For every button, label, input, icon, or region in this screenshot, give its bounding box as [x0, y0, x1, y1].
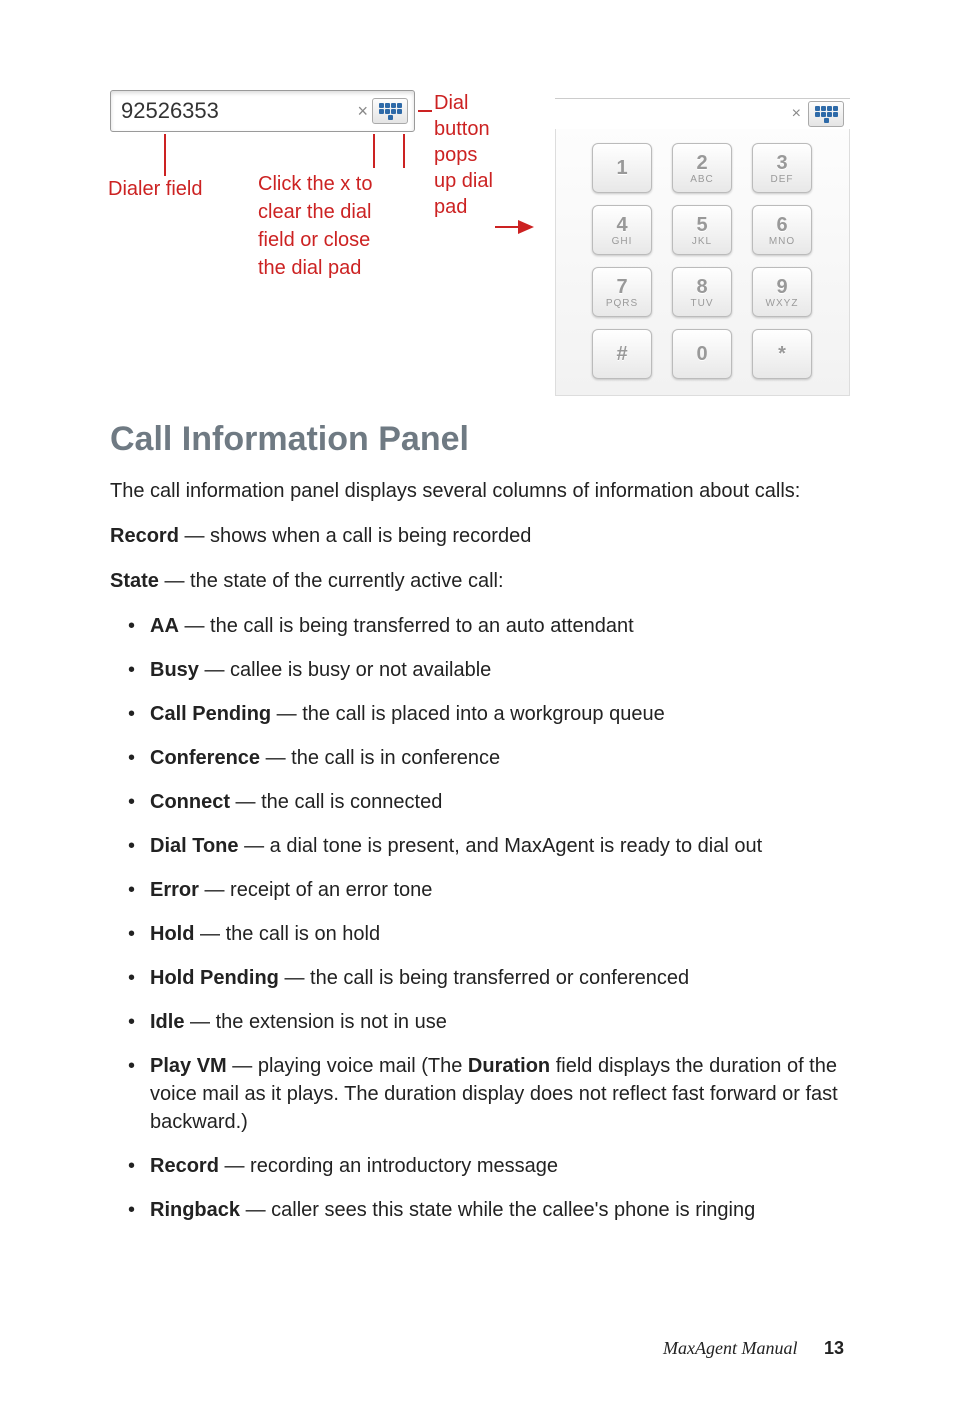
- list-item: Call Pending — the call is placed into a…: [110, 700, 844, 728]
- clear-icon[interactable]: ×: [353, 101, 372, 122]
- key-hash[interactable]: #: [592, 329, 652, 379]
- page-number: 13: [824, 1338, 844, 1358]
- dialpad-icon[interactable]: [808, 101, 844, 127]
- arrow-icon: [518, 220, 534, 234]
- keypad-topbar: ×: [555, 98, 850, 129]
- key-0[interactable]: 0: [672, 329, 732, 379]
- list-item: Idle — the extension is not in use: [110, 1008, 844, 1036]
- page-footer: MaxAgent Manual 13: [663, 1338, 844, 1359]
- key-5[interactable]: 5JKL: [672, 205, 732, 255]
- footer-title: MaxAgent Manual: [663, 1338, 797, 1358]
- key-9[interactable]: 9WXYZ: [752, 267, 812, 317]
- section-heading: Call Information Panel: [110, 420, 844, 459]
- key-1[interactable]: 1: [592, 143, 652, 193]
- keypad-panel: × 1 2ABC 3DEF 4GHI 5JKL 6MNO 7PQRS 8TUV …: [555, 98, 850, 396]
- list-item: Record — recording an introductory messa…: [110, 1152, 844, 1180]
- list-item: Connect — the call is connected: [110, 788, 844, 816]
- dialer-input[interactable]: 92526353 ×: [110, 90, 415, 132]
- key-3[interactable]: 3DEF: [752, 143, 812, 193]
- state-list: AA — the call is being transferred to an…: [110, 612, 844, 1224]
- label-dial-button: Dialbuttonpopsup dialpad: [434, 90, 493, 220]
- dialer-diagram: 92526353 × Dialer field Click the x tocl…: [110, 90, 844, 380]
- list-item: AA — the call is being transferred to an…: [110, 612, 844, 640]
- key-7[interactable]: 7PQRS: [592, 267, 652, 317]
- list-item: Busy — callee is busy or not available: [110, 656, 844, 684]
- label-dialer-field: Dialer field: [108, 178, 202, 201]
- record-definition: Record — shows when a call is being reco…: [110, 522, 844, 551]
- key-star[interactable]: *: [752, 329, 812, 379]
- dialpad-icon[interactable]: [372, 98, 408, 124]
- dialer-value: 92526353: [121, 98, 353, 124]
- callout-line: [403, 134, 405, 168]
- key-8[interactable]: 8TUV: [672, 267, 732, 317]
- state-definition: State — the state of the currently activ…: [110, 567, 844, 596]
- key-4[interactable]: 4GHI: [592, 205, 652, 255]
- list-item: Hold — the call is on hold: [110, 920, 844, 948]
- callout-line: [418, 110, 432, 112]
- list-item: Dial Tone — a dial tone is present, and …: [110, 832, 844, 860]
- callout-line: [495, 226, 518, 228]
- callout-line: [164, 134, 166, 176]
- callout-line: [373, 134, 375, 168]
- key-6[interactable]: 6MNO: [752, 205, 812, 255]
- list-item: Hold Pending — the call is being transfe…: [110, 964, 844, 992]
- list-item: Conference — the call is in conference: [110, 744, 844, 772]
- key-2[interactable]: 2ABC: [672, 143, 732, 193]
- list-item: Play VM — playing voice mail (The Durati…: [110, 1052, 844, 1136]
- label-click-x: Click the x toclear the dialfield or clo…: [258, 170, 372, 282]
- close-icon[interactable]: ×: [789, 105, 804, 123]
- list-item: Ringback — caller sees this state while …: [110, 1196, 844, 1224]
- intro-text: The call information panel displays seve…: [110, 477, 844, 506]
- list-item: Error — receipt of an error tone: [110, 876, 844, 904]
- keypad-grid: 1 2ABC 3DEF 4GHI 5JKL 6MNO 7PQRS 8TUV 9W…: [555, 129, 850, 396]
